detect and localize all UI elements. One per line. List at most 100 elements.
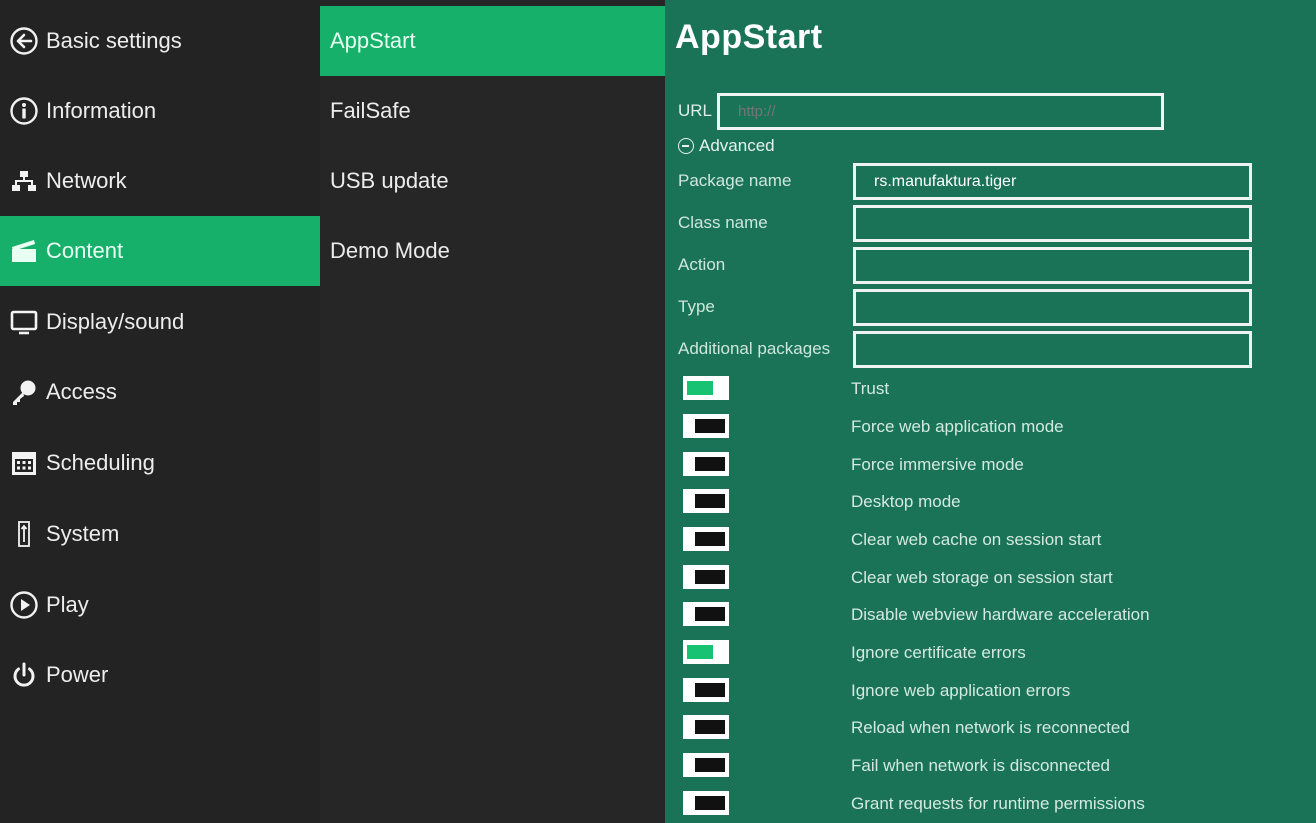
toggle-knob [695, 570, 725, 584]
sub-label: FailSafe [330, 98, 411, 123]
nav-label: Information [46, 98, 157, 123]
additional-packages-input[interactable] [853, 331, 1252, 368]
toggle-row-force-web-app: Force web application mode [683, 410, 1283, 442]
nav-item-information[interactable]: Information [0, 76, 320, 146]
url-label: URL [678, 101, 713, 120]
package-name-input[interactable] [853, 163, 1252, 200]
type-label: Type [678, 297, 715, 316]
reload-on-reconnect-toggle[interactable] [683, 715, 729, 739]
play-icon [6, 587, 42, 623]
toggle-label: Force web application mode [851, 417, 1064, 436]
toggle-row-fail-disconnect: Fail when network is disconnected [683, 749, 1283, 781]
nav-item-access[interactable]: Access [0, 357, 320, 427]
type-input[interactable] [853, 289, 1252, 326]
grant-runtime-permissions-toggle[interactable] [683, 791, 729, 815]
sub-item-demo-mode[interactable]: Demo Mode [320, 216, 665, 286]
nav-label: System [46, 521, 120, 546]
back-arrow-icon [6, 23, 42, 59]
toggle-row-desktop-mode: Desktop mode [683, 485, 1283, 517]
toggle-knob [695, 457, 725, 471]
toggle-row-clear-storage: Clear web storage on session start [683, 561, 1283, 593]
system-icon [6, 516, 42, 552]
sub-label: USB update [330, 168, 449, 193]
class-name-input[interactable] [853, 205, 1252, 242]
toggle-knob [695, 532, 725, 546]
nav-label: Content [46, 238, 124, 263]
toggle-knob [695, 419, 725, 433]
clear-web-storage-toggle[interactable] [683, 565, 729, 589]
nav-label: Basic settings [46, 28, 182, 53]
page-title: AppStart [675, 18, 823, 56]
toggle-row-trust: Trust [683, 372, 1283, 404]
appstart-panel: AppStart URL Advanced Package name Class… [665, 0, 1316, 823]
key-icon [6, 374, 42, 410]
force-immersive-mode-toggle[interactable] [683, 452, 729, 476]
toggle-knob [687, 645, 713, 659]
info-icon [6, 93, 42, 129]
fail-on-disconnect-toggle[interactable] [683, 753, 729, 777]
nav-label: Display/sound [46, 309, 185, 334]
nav-item-content[interactable]: Content [0, 216, 320, 286]
class-name-row: Class name [678, 205, 1278, 242]
disable-hardware-acceleration-toggle[interactable] [683, 602, 729, 626]
sub-item-appstart[interactable]: AppStart [320, 6, 665, 76]
ignore-certificate-errors-toggle[interactable] [683, 640, 729, 664]
toggle-knob [695, 796, 725, 810]
nav-item-play[interactable]: Play [0, 570, 320, 640]
advanced-toggle[interactable]: Advanced [678, 136, 775, 156]
toggle-row-clear-cache: Clear web cache on session start [683, 523, 1283, 555]
class-name-label: Class name [678, 213, 768, 232]
power-icon [6, 657, 42, 693]
nav-item-display-sound[interactable]: Display/sound [0, 287, 320, 357]
url-input[interactable] [717, 93, 1164, 130]
monitor-icon [6, 304, 42, 340]
nav-item-basic-settings[interactable]: Basic settings [0, 6, 320, 76]
toggle-label: Reload when network is reconnected [851, 718, 1130, 737]
toggle-label: Desktop mode [851, 492, 961, 511]
force-web-application-mode-toggle[interactable] [683, 414, 729, 438]
nav-label: Network [46, 168, 127, 193]
calendar-icon [6, 445, 42, 481]
toggle-label: Ignore certificate errors [851, 643, 1026, 662]
toggle-row-force-immersive: Force immersive mode [683, 448, 1283, 480]
toggle-label: Fail when network is disconnected [851, 756, 1110, 775]
nav-label: Scheduling [46, 450, 155, 475]
toggle-knob [695, 720, 725, 734]
toggle-knob [695, 683, 725, 697]
sub-item-failsafe[interactable]: FailSafe [320, 76, 665, 146]
nav-item-scheduling[interactable]: Scheduling [0, 428, 320, 498]
toggle-label: Clear web cache on session start [851, 530, 1102, 549]
sub-item-usb-update[interactable]: USB update [320, 146, 665, 216]
sub-label: AppStart [330, 28, 416, 53]
action-row: Action [678, 247, 1278, 284]
advanced-label: Advanced [699, 136, 775, 155]
ignore-web-application-errors-toggle[interactable] [683, 678, 729, 702]
toggle-label: Ignore web application errors [851, 681, 1071, 700]
toggle-label: Grant requests for runtime permissions [851, 794, 1145, 813]
package-name-label: Package name [678, 171, 792, 190]
sub-label: Demo Mode [330, 238, 450, 263]
clear-web-cache-toggle[interactable] [683, 527, 729, 551]
toggle-row-ignore-cert: Ignore certificate errors [683, 636, 1283, 668]
type-row: Type [678, 289, 1278, 326]
action-label: Action [678, 255, 726, 274]
toggle-label: Trust [851, 379, 890, 398]
package-name-row: Package name [678, 163, 1278, 200]
nav-item-system[interactable]: System [0, 499, 320, 569]
toggle-row-reload-reconnect: Reload when network is reconnected [683, 711, 1283, 743]
action-input[interactable] [853, 247, 1252, 284]
toggle-row-grant-permissions: Grant requests for runtime permissions [683, 787, 1283, 819]
additional-packages-row: Additional packages [678, 331, 1278, 368]
additional-packages-label: Additional packages [678, 339, 831, 358]
toggle-row-ignore-web-app-errors: Ignore web application errors [683, 674, 1283, 706]
nav-item-network[interactable]: Network [0, 146, 320, 216]
desktop-mode-toggle[interactable] [683, 489, 729, 513]
trust-toggle[interactable] [683, 376, 729, 400]
nav-label: Play [46, 592, 89, 617]
nav-item-power[interactable]: Power [0, 640, 320, 710]
clapperboard-icon [6, 233, 42, 269]
toggle-knob [695, 607, 725, 621]
toggle-row-disable-hw-accel: Disable webview hardware acceleration [683, 598, 1283, 630]
toggle-label: Force immersive mode [851, 455, 1024, 474]
network-icon [6, 163, 42, 199]
